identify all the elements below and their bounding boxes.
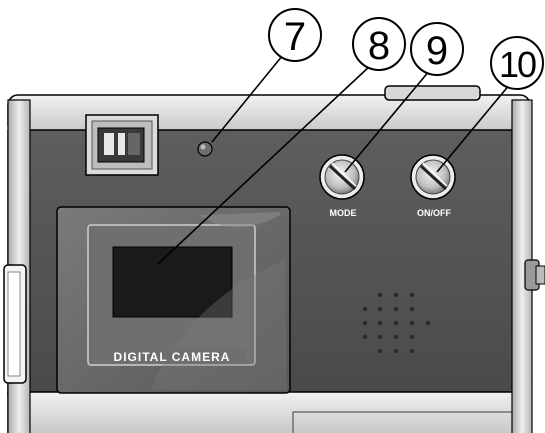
indicator-led [197, 141, 213, 157]
viewfinder [85, 114, 159, 176]
lcd-label: DIGITAL CAMERA [114, 350, 231, 364]
speaker-hole [393, 292, 399, 298]
camera-back-diagram: DIGITAL CAMERA MODE ON/OFF 7 8 9 10 [3, 8, 545, 433]
speaker-hole [377, 292, 383, 298]
speaker-hole [409, 306, 415, 312]
speaker-hole [362, 320, 368, 326]
speaker-hole [377, 320, 383, 326]
callout-9: 9 [410, 22, 464, 76]
speaker-hole [393, 334, 399, 340]
speaker-hole [362, 334, 368, 340]
speaker-hole [362, 306, 368, 312]
callout-8: 8 [352, 17, 406, 71]
mode-label: MODE [330, 208, 357, 218]
callout-10: 10 [490, 36, 544, 90]
mode-button[interactable] [319, 154, 365, 200]
speaker-hole [425, 320, 431, 326]
speaker-hole [393, 348, 399, 354]
callout-10-number: 10 [499, 44, 536, 85]
callout-9-number: 9 [426, 29, 448, 73]
speaker-hole [409, 334, 415, 340]
callout-8-number: 8 [368, 24, 390, 68]
callout-7: 7 [268, 8, 322, 62]
speaker-hole [377, 306, 383, 312]
speaker-hole [377, 334, 383, 340]
speaker-hole [409, 348, 415, 354]
lcd-panel: DIGITAL CAMERA [56, 206, 291, 394]
power-button[interactable] [410, 154, 456, 200]
speaker-hole [409, 320, 415, 326]
speaker-hole [393, 306, 399, 312]
speaker-hole [409, 292, 415, 298]
callout-7-number: 7 [284, 15, 306, 59]
power-label: ON/OFF [417, 208, 451, 218]
speaker-hole [393, 320, 399, 326]
speaker-hole [377, 348, 383, 354]
